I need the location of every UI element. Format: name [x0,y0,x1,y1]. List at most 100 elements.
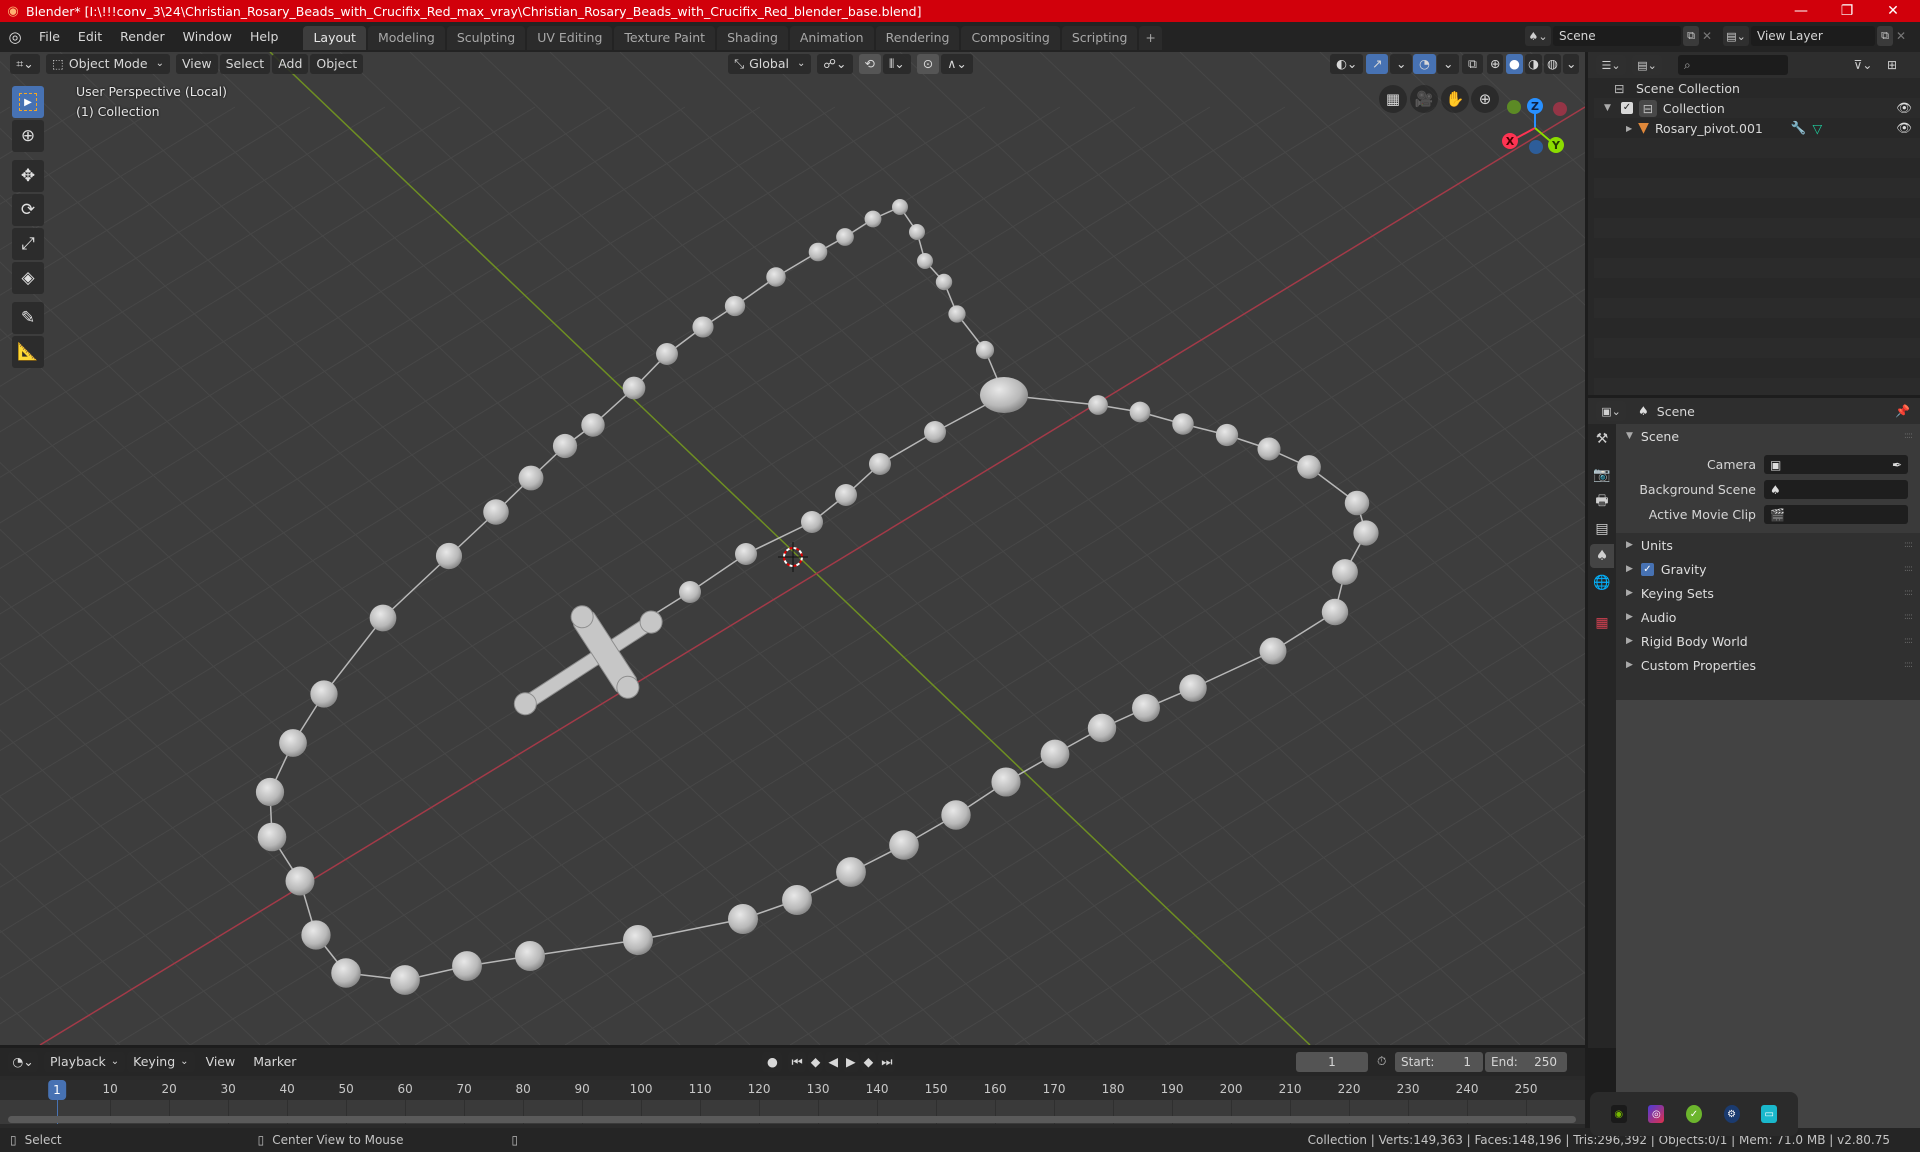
select-box-tool[interactable]: ▶ [12,86,44,118]
timeline-scrollbar[interactable] [8,1116,1576,1123]
tab-scripting[interactable]: Scripting [1061,26,1138,50]
stopwatch-icon[interactable]: ⏱ [1377,1054,1386,1069]
blender-menu-icon[interactable]: ◎ [0,28,30,46]
panel-gravity[interactable]: ▶ ✓ Gravity:::: [1616,557,1920,581]
tab-uv-editing[interactable]: UV Editing [527,26,613,50]
next-keyframe-button[interactable]: ◆ [860,1052,877,1072]
disclosure-triangle-icon[interactable]: ▶ [1626,124,1632,133]
jump-end-button[interactable]: ⏭ [878,1052,896,1072]
tab-output[interactable]: 🖶 [1590,490,1614,514]
current-frame-marker[interactable]: 1 [48,1080,66,1100]
display-mode-icon[interactable]: ▤⌄ [1632,55,1662,75]
gizmo-dropdown[interactable]: ⌄ [1390,54,1413,74]
filter-icon[interactable]: ⊽⌄ [1848,55,1878,75]
modifier-wrench-icon[interactable]: 🔧 [1791,120,1807,136]
drag-grip-icon[interactable]: :::: [1904,431,1913,441]
object-menu[interactable]: Object [310,54,364,74]
new-scene-icon[interactable]: ⧉ [1683,26,1699,46]
minimize-button[interactable]: — [1778,0,1824,22]
drag-grip-icon[interactable]: :::: [1904,612,1913,622]
keying-menu[interactable]: Keying ⌄ [127,1052,195,1072]
scene-name-field[interactable]: Scene [1553,26,1681,46]
maximize-button[interactable]: ❐ [1824,0,1870,22]
eye-icon[interactable]: 👁 [1896,100,1912,116]
annotate-tool[interactable]: ✎ [12,302,44,334]
tab-compositing[interactable]: Compositing [961,26,1060,50]
view-menu[interactable]: View [175,54,218,74]
tab-world[interactable]: 🌐 [1590,571,1614,595]
nvidia-icon[interactable]: ◉ [1610,1105,1627,1123]
eye-icon[interactable]: 👁 [1896,120,1912,136]
new-view-layer-icon[interactable]: ⧉ [1877,26,1893,46]
headset-app-icon[interactable]: ◎ [1648,1105,1665,1123]
timeline-view-menu[interactable]: View [197,1051,245,1073]
playback-menu[interactable]: Playback ⌄ [44,1052,126,1072]
toggle-grid-view-button[interactable]: ▦ [1379,85,1407,113]
display-app-icon[interactable]: ▭ [1761,1105,1778,1123]
drag-grip-icon[interactable]: :::: [1904,588,1913,598]
remove-view-layer-icon[interactable]: ✕ [1893,29,1909,43]
marker-menu[interactable]: Marker [244,1051,305,1073]
transform-tool[interactable]: ◈ [12,262,44,294]
play-reverse-button[interactable]: ◀ [825,1052,841,1072]
drag-grip-icon[interactable]: :::: [1904,540,1913,550]
view-layer-name-field[interactable]: View Layer [1751,26,1875,46]
tab-texture[interactable]: ▦ [1590,611,1614,635]
prev-keyframe-button[interactable]: ◆ [807,1052,824,1072]
menu-window[interactable]: Window [174,26,241,48]
add-workspace-button[interactable]: + [1139,26,1162,50]
new-collection-icon[interactable]: ⊞ [1882,55,1902,75]
drag-grip-icon[interactable]: :::: [1904,636,1913,646]
snap-target-button[interactable]: ⫴⌄ [883,54,911,74]
timeline-ruler[interactable]: 1 10 20 30 40 50 60 70 80 90 100 110 120 130 140 150 160… [0,1080,1585,1100]
eyedropper-icon[interactable]: ✒ [1892,458,1902,472]
xray-toggle[interactable]: ⧉ [1462,54,1483,74]
outliner-item-rosary-pivot[interactable]: ▶ ▼ Rosary_pivot.001 🔧 ▽ 👁 [1594,118,1920,138]
tab-layout[interactable]: Layout [303,26,366,50]
tab-render[interactable]: 📷 [1590,463,1614,487]
measure-tool[interactable]: 📐 [12,336,44,368]
scene-icon[interactable]: ♠⌄ [1525,26,1551,46]
steam-icon[interactable]: ⚙ [1723,1105,1740,1123]
panel-keying-sets[interactable]: ▶ Keying Sets:::: [1616,581,1920,605]
outliner-search-input[interactable]: ⌕ [1678,55,1788,75]
active-movie-clip-field[interactable]: 🎬 [1764,505,1908,524]
editor-type-icon[interactable]: ⌗⌄ [10,54,40,74]
drag-grip-icon[interactable]: :::: [1904,564,1913,574]
material-shading-button[interactable]: ◑ [1525,54,1542,74]
select-menu[interactable]: Select [219,54,271,74]
check-shield-icon[interactable]: ✓ [1685,1105,1702,1123]
view-layer-icon[interactable]: ▤⌄ [1723,26,1749,46]
outliner-editor-type-icon[interactable]: ☰⌄ [1596,55,1626,75]
visibility-selector[interactable]: ◐⌄ [1330,54,1364,74]
end-frame-field[interactable]: End: 250 [1485,1052,1567,1072]
proportional-edit-toggle[interactable]: ⊙ [916,54,940,74]
close-button[interactable]: ✕ [1870,0,1916,22]
tab-modeling[interactable]: Modeling [367,26,445,50]
shading-dropdown[interactable]: ⌄ [1563,54,1580,74]
overlays-toggle[interactable]: ◔ [1413,54,1436,74]
mode-selector[interactable]: ⬚ Object Mode ⌄ [46,54,170,74]
scale-tool[interactable]: ⤢ [12,228,44,260]
start-frame-field[interactable]: Start: 1 [1395,1052,1483,1072]
remove-scene-icon[interactable]: ✕ [1699,29,1715,43]
rendered-shading-button[interactable]: ◍ [1544,54,1561,74]
camera-field[interactable]: ▣ ✒ [1764,455,1908,474]
add-menu[interactable]: Add [272,54,309,74]
jump-start-button[interactable]: ⏮ [788,1052,806,1072]
record-button[interactable]: ● [762,1052,783,1072]
panel-scene-header[interactable]: ▼ Scene :::: [1616,424,1920,448]
pivot-point-button[interactable]: ☍⌄ [817,54,853,74]
pan-view-button[interactable]: ✋ [1441,85,1469,113]
3d-viewport[interactable] [0,52,1585,1045]
collection-checkbox[interactable]: ✓ [1620,102,1633,114]
wireframe-shading-button[interactable]: ⊕ [1487,54,1504,74]
rotate-tool[interactable]: ⟳ [12,194,44,226]
falloff-button[interactable]: ∧⌄ [941,54,973,74]
panel-units[interactable]: ▶ Units:::: [1616,533,1920,557]
menu-help[interactable]: Help [241,26,288,48]
panel-rigid-body-world[interactable]: ▶ Rigid Body World:::: [1616,629,1920,653]
tab-sculpting[interactable]: Sculpting [446,26,526,50]
tab-texture-paint[interactable]: Texture Paint [614,26,716,50]
tab-animation[interactable]: Animation [789,26,874,50]
